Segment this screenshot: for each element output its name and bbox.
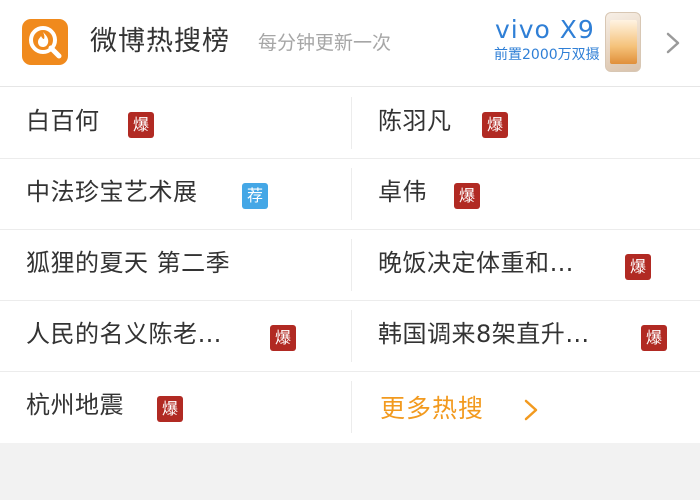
hot-search-item[interactable]: 陈羽凡 爆 — [352, 88, 700, 158]
hot-badge: 爆 — [157, 396, 183, 422]
chevron-right-icon[interactable] — [520, 395, 542, 425]
hot-search-item[interactable]: 中法珍宝艺术展 荐 — [0, 159, 351, 229]
hot-search-item-label: 白百何 — [26, 107, 100, 135]
hot-search-item-label: 韩国调来8架直升… — [378, 320, 590, 348]
hot-search-item[interactable]: 人民的名义陈老… 爆 — [0, 301, 351, 371]
column-divider — [351, 381, 352, 433]
hot-search-item-label: 晚饭决定体重和… — [378, 249, 574, 277]
hot-badge: 爆 — [454, 183, 480, 209]
hot-badge: 爆 — [641, 325, 667, 351]
hot-search-item[interactable]: 韩国调来8架直升… 爆 — [352, 301, 700, 371]
phone-image — [605, 12, 641, 72]
hot-search-item-label: 人民的名义陈老… — [26, 320, 222, 348]
hot-search-item-label: 陈羽凡 — [378, 107, 452, 135]
hot-badge: 爆 — [625, 254, 651, 280]
ad-banner[interactable]: vivo X9 前置2000万双摄 — [492, 12, 652, 74]
hot-badge: 爆 — [128, 112, 154, 138]
hot-search-item-label: 卓伟 — [378, 178, 427, 206]
hot-search-item[interactable]: 狐狸的夏天 第二季 — [0, 230, 351, 300]
recommend-badge: 荐 — [242, 183, 268, 209]
hot-search-item[interactable]: 杭州地震 爆 — [0, 372, 351, 442]
hot-search-item-label: 中法珍宝艺术展 — [26, 178, 198, 206]
chevron-right-icon[interactable] — [662, 28, 684, 58]
hot-search-item-label: 杭州地震 — [26, 391, 124, 419]
more-hot-search-link[interactable]: 更多热搜 — [380, 392, 484, 426]
hot-search-item[interactable]: 晚饭决定体重和… 爆 — [352, 230, 700, 300]
page-title: 微博热搜榜 — [90, 26, 230, 57]
hot-search-item[interactable]: 卓伟 爆 — [352, 159, 700, 229]
hot-search-item[interactable]: 白百何 爆 — [0, 88, 351, 158]
ad-brand: vivo X9 — [495, 15, 595, 44]
card-header: 微博热搜榜 每分钟更新一次 vivo X9 前置2000万双摄 — [0, 0, 700, 87]
hot-search-logo-icon — [22, 19, 68, 65]
ad-tagline: 前置2000万双摄 — [494, 47, 600, 63]
hot-badge: 爆 — [270, 325, 296, 351]
hot-search-card: 微博热搜榜 每分钟更新一次 vivo X9 前置2000万双摄 白百何 爆 陈羽… — [0, 0, 700, 443]
update-frequency-note: 每分钟更新一次 — [258, 32, 392, 54]
hot-search-item-label: 狐狸的夏天 第二季 — [26, 249, 231, 277]
hot-badge: 爆 — [482, 112, 508, 138]
